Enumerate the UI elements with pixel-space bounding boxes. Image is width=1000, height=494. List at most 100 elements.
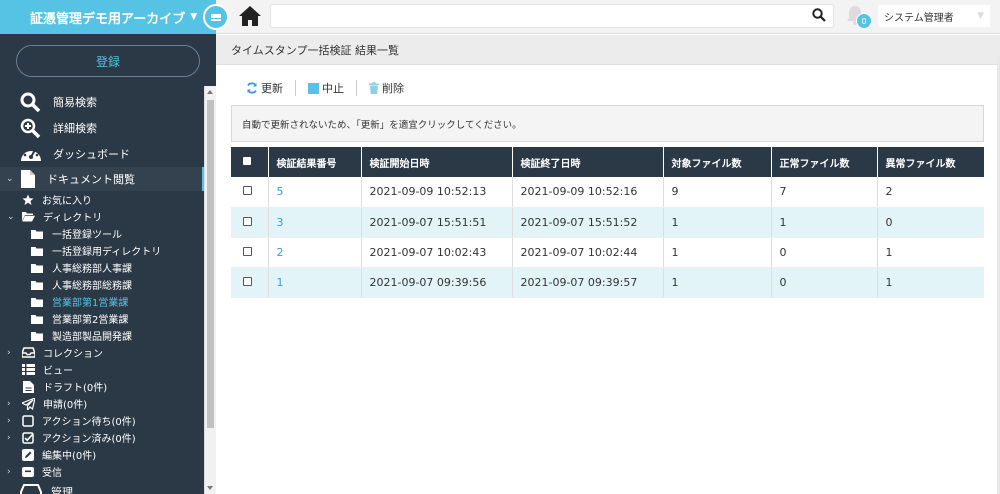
sidebar-item-label: 管理 xyxy=(51,486,73,494)
sidebar-item-view[interactable]: ビュー xyxy=(0,361,204,378)
register-button[interactable]: 登録 xyxy=(16,45,200,77)
sidebar-item-label: ドキュメント閲覧 xyxy=(47,173,135,186)
end-time: 2021-09-07 15:51:52 xyxy=(512,207,664,238)
sidebar-item-collection[interactable]: › コレクション xyxy=(0,344,204,361)
file-text-icon xyxy=(23,380,34,393)
sidebar-tree: お気に入り ⌄ ディレクトリ 一括登録ツール 一括登録用ディレクトリ 人事総務部… xyxy=(0,191,204,494)
sidebar-item-folder[interactable]: 一括登録ツール xyxy=(0,225,204,242)
row-select-cell xyxy=(231,237,269,268)
row-select-cell xyxy=(231,207,269,238)
folder-icon xyxy=(31,297,43,307)
sidebar-item-folder[interactable]: 営業部第2営業課 xyxy=(0,310,204,327)
scroll-thumb[interactable] xyxy=(207,100,214,428)
row-checkbox[interactable] xyxy=(243,276,252,286)
stop-button[interactable]: 中止 xyxy=(296,80,357,96)
sidebar-scrollbar[interactable] xyxy=(204,86,216,494)
app-root: 証憑管理デモ用アーカイブ ▼ 0 システム管理者 ▼ 登録 簡易検索 詳細検索 xyxy=(0,0,1000,494)
row-checkbox[interactable] xyxy=(243,186,252,196)
checkbox-checked-icon xyxy=(22,431,34,444)
sidebar-item-label: ディレクトリ xyxy=(43,213,103,224)
ok-count: 0 xyxy=(771,267,878,298)
result-id-link[interactable]: 2 xyxy=(268,237,362,268)
home-icon[interactable] xyxy=(238,5,262,27)
stop-label: 中止 xyxy=(322,82,344,95)
result-id-link[interactable]: 3 xyxy=(268,207,362,238)
sidebar-item-inbox[interactable]: › 受信 xyxy=(0,463,204,480)
col-header[interactable]: 検証終了日時 xyxy=(512,147,664,177)
search-input[interactable] xyxy=(270,4,834,28)
sidebar-item-simple-search[interactable]: 簡易検索 xyxy=(0,89,204,115)
folder-icon xyxy=(31,314,43,324)
target-count: 1 xyxy=(663,267,772,298)
sidebar-item-folder[interactable]: 人事総務部総務課 xyxy=(0,276,204,293)
ng-count: 1 xyxy=(877,267,984,298)
sidebar-item-editing[interactable]: 編集中(0件) xyxy=(0,446,204,463)
refresh-button[interactable]: 更新 xyxy=(232,80,296,96)
scroll-down-icon[interactable] xyxy=(207,486,213,490)
sidebar-item-label: 製造部製品開発課 xyxy=(52,332,132,343)
end-time: 2021-09-07 10:02:44 xyxy=(512,237,664,268)
caret-down-icon: ▼ xyxy=(190,12,198,22)
sidebar-item-label: 一括登録用ディレクトリ xyxy=(52,247,162,258)
app-title-dropdown[interactable]: 証憑管理デモ用アーカイブ ▼ xyxy=(0,0,216,34)
select-all-cell xyxy=(231,147,269,177)
sidebar-item-done[interactable]: › アクション済み(0件) xyxy=(0,429,204,446)
scroll-up-icon[interactable] xyxy=(207,90,213,94)
delete-label: 削除 xyxy=(382,82,404,95)
ng-count: 1 xyxy=(877,237,984,268)
sidebar-item-document-browse[interactable]: ⌄ ドキュメント閲覧 xyxy=(0,167,205,191)
sidebar-item-label: アクション待ち(0件) xyxy=(42,417,136,428)
sidebar-item-folder-active[interactable]: 営業部第1営業課 xyxy=(0,293,204,310)
sidebar-item-folder[interactable]: 人事総務部人事課 xyxy=(0,259,204,276)
menu-toggle-button[interactable] xyxy=(203,4,229,30)
refresh-icon xyxy=(247,82,257,94)
sidebar-item-advanced-search[interactable]: 詳細検索 xyxy=(0,115,204,141)
sidebar-item-dashboard[interactable]: ダッシュボード xyxy=(0,141,204,167)
col-header[interactable]: 検証結果番号 xyxy=(268,147,362,177)
notification-badge: 0 xyxy=(856,13,872,29)
dashboard-icon xyxy=(21,148,41,161)
row-checkbox[interactable] xyxy=(243,246,252,256)
sidebar-item-pending[interactable]: › アクション待ち(0件) xyxy=(0,412,204,429)
folder-open-icon xyxy=(22,212,35,222)
col-header[interactable]: 検証開始日時 xyxy=(361,147,513,177)
col-header[interactable]: 正常ファイル数 xyxy=(771,147,878,177)
chevron-right-icon: › xyxy=(7,432,11,443)
checkbox-empty-icon xyxy=(22,414,34,427)
delete-button[interactable]: 削除 xyxy=(357,80,416,96)
chevron-right-icon: › xyxy=(7,415,11,426)
col-header[interactable]: 対象ファイル数 xyxy=(663,147,772,177)
target-count: 9 xyxy=(663,177,772,208)
end-time: 2021-09-09 10:52:16 xyxy=(512,177,664,208)
result-id-link[interactable]: 5 xyxy=(268,177,362,208)
sidebar-item-label: 申請(0件) xyxy=(43,400,88,411)
document-icon xyxy=(21,170,35,188)
sidebar-item-directory[interactable]: ⌄ ディレクトリ xyxy=(0,208,204,225)
ok-count: 1 xyxy=(771,207,878,238)
user-menu[interactable]: システム管理者 ▼ xyxy=(878,5,990,27)
table-row: 2 2021-09-07 10:02:43 2021-09-07 10:02:4… xyxy=(231,237,984,268)
search-icon[interactable] xyxy=(812,8,826,22)
col-header[interactable]: 異常ファイル数 xyxy=(877,147,984,177)
sidebar-item-folder[interactable]: 一括登録用ディレクトリ xyxy=(0,242,204,259)
table-row: 3 2021-09-07 15:51:51 2021-09-07 15:51:5… xyxy=(231,207,984,238)
sidebar-item-admin[interactable]: 管理 xyxy=(0,480,204,494)
user-name: システム管理者 xyxy=(884,12,954,24)
star-icon xyxy=(22,194,34,205)
row-checkbox[interactable] xyxy=(243,216,252,226)
target-count: 1 xyxy=(663,207,772,238)
chevron-down-icon: ⌄ xyxy=(7,211,15,222)
ok-count: 0 xyxy=(771,237,878,268)
select-all-checkbox[interactable] xyxy=(243,156,251,165)
sidebar-item-favorites[interactable]: お気に入り xyxy=(0,191,204,208)
row-select-cell xyxy=(231,177,269,208)
end-time: 2021-09-07 09:39:57 xyxy=(512,267,664,298)
table-row: 5 2021-09-09 10:52:13 2021-09-09 10:52:1… xyxy=(231,177,984,208)
sidebar-item-draft[interactable]: ドラフト(0件) xyxy=(0,378,204,395)
sidebar-item-label: アクション済み(0件) xyxy=(42,434,136,445)
sidebar-item-folder[interactable]: 製造部製品開発課 xyxy=(0,327,204,344)
sidebar-item-label: お気に入り xyxy=(42,196,92,207)
sidebar-item-application[interactable]: › 申請(0件) xyxy=(0,395,204,412)
result-id-link[interactable]: 1 xyxy=(268,267,362,298)
start-time: 2021-09-07 09:39:56 xyxy=(361,267,513,298)
